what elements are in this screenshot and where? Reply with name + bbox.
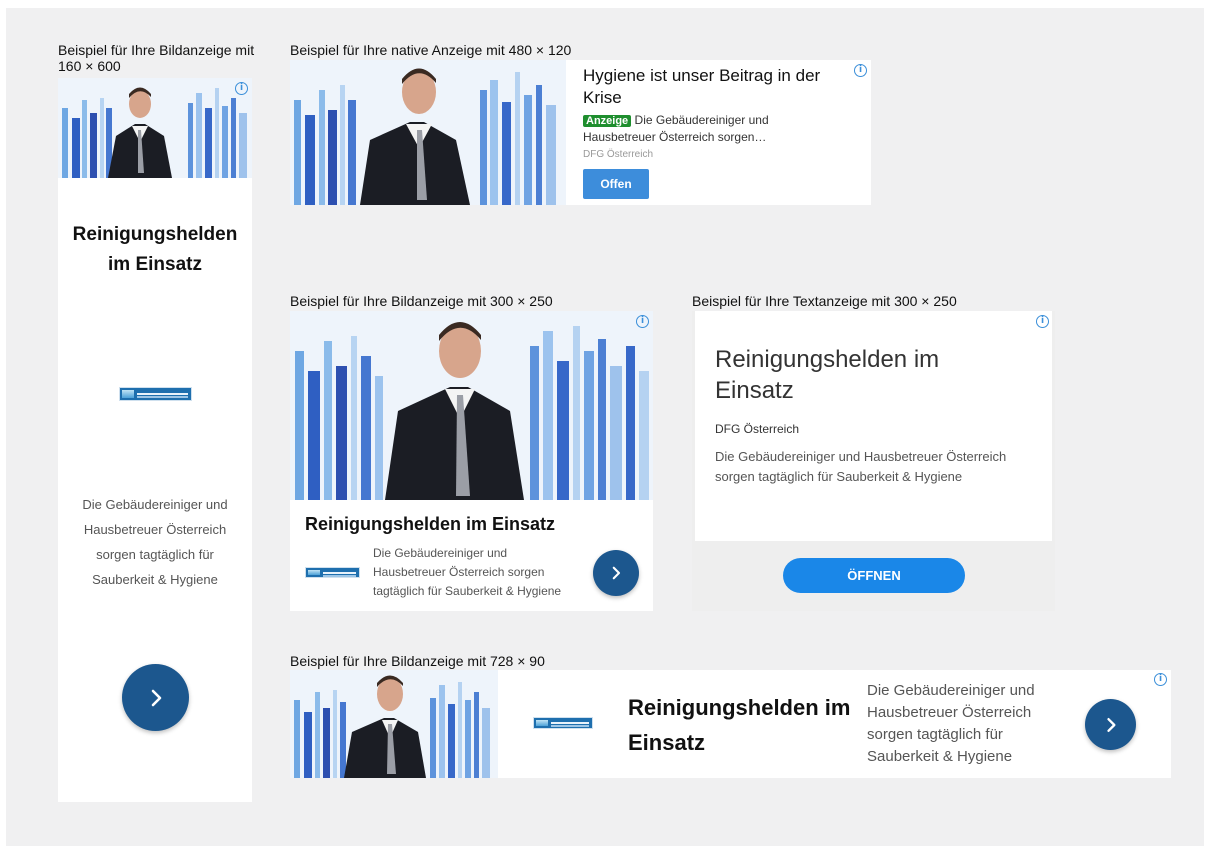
- ad-description-row: Anzeige Die Gebäudereiniger und Hausbetr…: [583, 112, 813, 145]
- medium-rectangle-caption: Beispiel für Ihre Bildanzeige mit 300 × …: [290, 293, 553, 309]
- chevron-right-icon: [1106, 717, 1115, 732]
- city-skyline-graphic: [58, 78, 252, 178]
- advertiser-name: DFG Österreich: [583, 149, 654, 160]
- ad-headline[interactable]: Reinigungshelden im Einsatz: [715, 344, 1015, 406]
- ad-description: Die Gebäudereiniger und Hausbetreuer Öst…: [715, 449, 1007, 484]
- advertiser-logo: [119, 387, 192, 401]
- next-arrow-button[interactable]: [593, 550, 639, 596]
- ad-image-businessman[interactable]: [290, 311, 653, 500]
- skyscraper-ad[interactable]: i Reinigungshelden im Einsatz Die Gebäud…: [58, 78, 252, 802]
- chevron-right-icon: [151, 689, 161, 706]
- ad-headline[interactable]: Reinigungshelden im Einsatz: [64, 220, 246, 280]
- ad-description: Die Gebäudereiniger und Hausbetreuer Öst…: [373, 546, 562, 598]
- info-icon[interactable]: i: [1154, 673, 1167, 686]
- city-skyline-graphic: [290, 60, 566, 205]
- chevron-right-icon: [612, 566, 621, 580]
- info-icon[interactable]: i: [1036, 315, 1049, 328]
- open-button[interactable]: Offen: [583, 169, 649, 199]
- advertiser-name: DFG Österreich: [715, 422, 800, 436]
- ad-headline[interactable]: Reinigungshelden im Einsatz: [628, 690, 858, 760]
- native-ad[interactable]: i Hygiene ist unser Beitrag in der Krise…: [290, 60, 871, 205]
- advertiser-logo: [305, 567, 360, 578]
- ad-description: Die Gebäudereiniger und Hausbetreuer Öst…: [82, 497, 228, 587]
- ad-headline[interactable]: Reinigungshelden im Einsatz: [305, 513, 555, 535]
- next-arrow-button[interactable]: [122, 664, 189, 731]
- leaderboard-caption: Beispiel für Ihre Bildanzeige mit 728 × …: [290, 653, 545, 669]
- info-icon[interactable]: i: [235, 82, 248, 95]
- city-skyline-graphic: [290, 311, 653, 500]
- advertiser-logo: [533, 717, 593, 729]
- ad-image-businessman[interactable]: [290, 670, 498, 778]
- open-button[interactable]: ÖFFNEN: [783, 558, 965, 593]
- native-caption: Beispiel für Ihre native Anzeige mit 480…: [290, 42, 572, 58]
- medium-rectangle-ad[interactable]: i Reinigungshelden im Einsatz Die Gebäud…: [290, 311, 653, 611]
- info-icon[interactable]: i: [636, 315, 649, 328]
- ad-description: Die Gebäudereiniger und Hausbetreuer Öst…: [867, 682, 1035, 765]
- text-ad-caption: Beispiel für Ihre Textanzeige mit 300 × …: [692, 293, 957, 309]
- next-arrow-button[interactable]: [1085, 699, 1136, 750]
- text-ad-content: i Reinigungshelden im Einsatz DFG Österr…: [695, 311, 1052, 541]
- ad-badge: Anzeige: [583, 115, 632, 127]
- skyscraper-caption: Beispiel für Ihre Bildanzeige mit 160 × …: [58, 42, 255, 74]
- leaderboard-ad[interactable]: i Reinigungshelden im Einsatz Die Gebäud…: [290, 670, 1171, 778]
- ad-image-businessman[interactable]: [58, 78, 252, 178]
- ad-headline[interactable]: Hygiene ist unser Beitrag in der Krise: [583, 65, 833, 109]
- info-icon[interactable]: i: [854, 64, 867, 77]
- ad-image-businessman[interactable]: [290, 60, 566, 205]
- city-skyline-graphic: [290, 670, 498, 778]
- text-ad[interactable]: i Reinigungshelden im Einsatz DFG Österr…: [692, 311, 1055, 611]
